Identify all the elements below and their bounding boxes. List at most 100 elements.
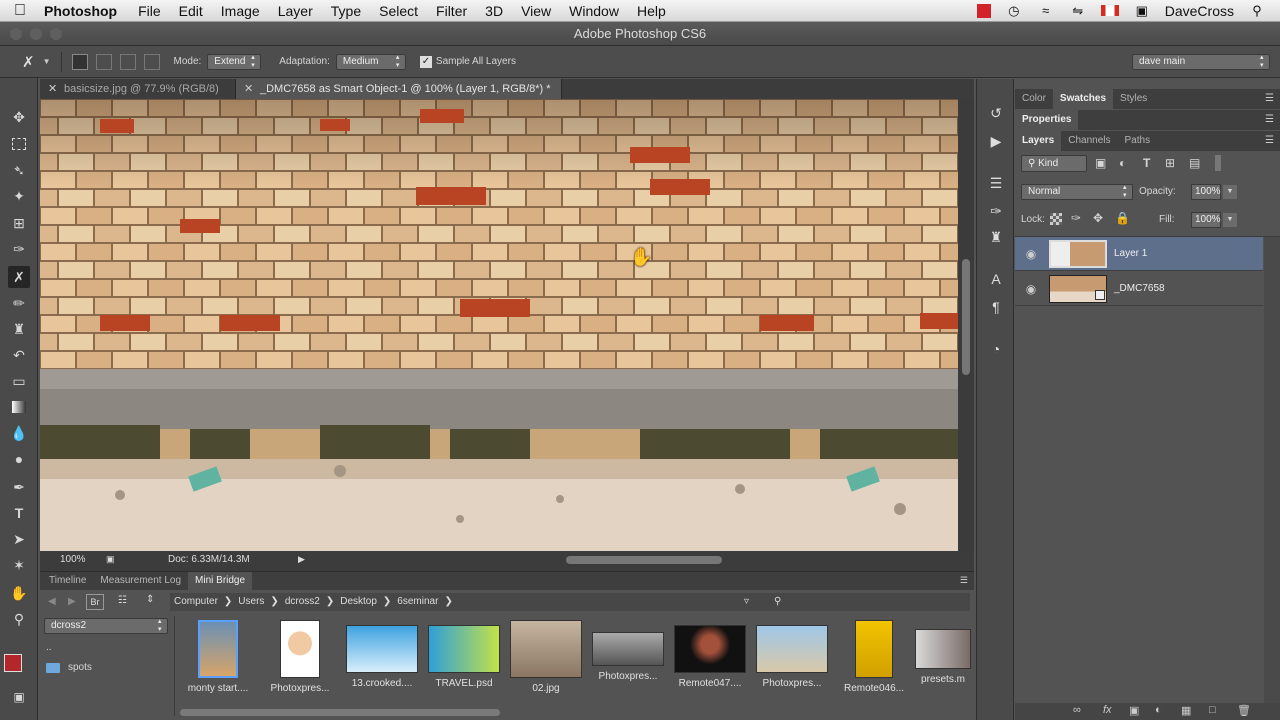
- menu-window[interactable]: Window: [560, 0, 628, 22]
- link-layers-icon[interactable]: ∞: [1073, 704, 1081, 716]
- breadcrumb-item[interactable]: 6seminar: [397, 596, 438, 607]
- sample-all-layers-checkbox[interactable]: ✓: [419, 55, 432, 68]
- tab-color[interactable]: Color: [1015, 89, 1053, 109]
- menu-app-name[interactable]: Photoshop: [40, 0, 129, 22]
- tab-properties[interactable]: Properties: [1015, 110, 1079, 130]
- layer-filter-kind-select[interactable]: ⚲ Kind: [1021, 155, 1087, 172]
- record-icon[interactable]: [976, 3, 991, 18]
- content-aware-move-tool-icon[interactable]: ✗: [8, 266, 30, 288]
- filter-pixel-icon[interactable]: ▣: [1095, 156, 1106, 170]
- zoom-window-button[interactable]: [50, 28, 62, 40]
- layer-row-dmc7658[interactable]: ◉ _DMC7658: [1015, 272, 1263, 306]
- brush-presets-icon[interactable]: ✑: [986, 201, 1006, 221]
- panel-menu-icon[interactable]: ☰: [1265, 135, 1274, 146]
- subtract-selection-icon[interactable]: [119, 53, 136, 70]
- menu-file[interactable]: File: [129, 0, 170, 22]
- new-adjustment-icon[interactable]: ◐: [1155, 704, 1162, 716]
- menu-edit[interactable]: Edit: [170, 0, 212, 22]
- filter-adjustment-icon[interactable]: ◐: [1119, 156, 1126, 170]
- scroll-thumb[interactable]: [962, 259, 970, 375]
- location-select[interactable]: dcross2: [44, 618, 168, 634]
- status-menu-arrow-icon[interactable]: ▶: [298, 554, 305, 565]
- menu-type[interactable]: Type: [322, 0, 370, 22]
- folder-item-parent[interactable]: ..: [46, 642, 52, 653]
- eyedropper-tool-icon[interactable]: ✑: [8, 238, 30, 260]
- thumbnail-travel[interactable]: TRAVEL.psd: [428, 620, 500, 689]
- menu-filter[interactable]: Filter: [427, 0, 476, 22]
- visibility-eye-icon[interactable]: ◉: [1023, 282, 1039, 296]
- menu-3d[interactable]: 3D: [476, 0, 512, 22]
- thumbnail-photoxpress-1[interactable]: Photoxpres...: [264, 620, 336, 694]
- breadcrumb-item[interactable]: Desktop: [340, 596, 377, 607]
- content-aware-move-tool-icon[interactable]: ✗: [22, 53, 35, 71]
- thumbnail-presets[interactable]: presets.m: [914, 620, 972, 685]
- crop-tool-icon[interactable]: ⊞: [8, 212, 30, 234]
- new-selection-icon[interactable]: [71, 53, 88, 70]
- thumbnail-remote046[interactable]: Remote046...: [838, 620, 910, 694]
- navigator-panel-icon[interactable]: ◔: [986, 339, 1006, 359]
- flag-canada-icon[interactable]: [1100, 5, 1119, 16]
- doc-tab-dmc7658[interactable]: ✕ _DMC7658 as Smart Object-1 @ 100% (Lay…: [236, 79, 562, 99]
- tab-styles[interactable]: Styles: [1113, 89, 1154, 109]
- menu-help[interactable]: Help: [628, 0, 675, 22]
- filter-type-icon[interactable]: T: [1143, 156, 1150, 170]
- visibility-eye-icon[interactable]: ◉: [1023, 247, 1039, 261]
- minimize-window-button[interactable]: [30, 28, 42, 40]
- back-arrow-icon[interactable]: ◀: [48, 596, 56, 607]
- menu-layer[interactable]: Layer: [269, 0, 322, 22]
- blur-tool-icon[interactable]: 💧: [8, 422, 30, 444]
- dodge-tool-icon[interactable]: ●: [8, 448, 30, 470]
- folder-item-spots[interactable]: spots: [46, 662, 92, 673]
- filter-icon[interactable]: ▿: [744, 593, 749, 611]
- zoom-level[interactable]: 100%: [60, 554, 86, 565]
- menu-view[interactable]: View: [512, 0, 560, 22]
- tab-channels[interactable]: Channels: [1061, 131, 1117, 151]
- layers-scrollbar[interactable]: [1264, 237, 1280, 703]
- type-tool-icon[interactable]: T: [8, 502, 30, 524]
- close-tab-icon[interactable]: ✕: [244, 79, 253, 99]
- filter-shape-icon[interactable]: ⊞: [1165, 156, 1175, 170]
- filter-smart-object-icon[interactable]: ▤: [1189, 156, 1200, 170]
- thumbnail-monty[interactable]: monty start....: [182, 620, 254, 694]
- workspace-select[interactable]: dave main: [1132, 53, 1270, 70]
- panel-menu-icon[interactable]: ☰: [960, 575, 968, 586]
- lock-all-icon[interactable]: 🔒: [1115, 211, 1130, 225]
- quick-mask-icon[interactable]: ▣: [8, 686, 30, 708]
- delete-layer-icon[interactable]: 🗑: [1237, 704, 1251, 717]
- menu-select[interactable]: Select: [370, 0, 427, 22]
- character-panel-icon[interactable]: A: [986, 269, 1006, 289]
- fill-slider-arrow-icon[interactable]: ▼: [1223, 213, 1237, 227]
- tab-measurement-log[interactable]: Measurement Log: [93, 572, 188, 590]
- document-canvas[interactable]: ✋: [40, 99, 958, 551]
- thumbnail-photoxpress-2[interactable]: Photoxpres...: [592, 620, 664, 682]
- lasso-tool-icon[interactable]: ➴: [8, 159, 30, 181]
- lock-position-icon[interactable]: ✥: [1093, 211, 1103, 225]
- wifi-icon[interactable]: ≈: [1037, 3, 1055, 18]
- thumbnail-scrollbar[interactable]: [180, 709, 500, 716]
- panel-menu-icon[interactable]: ☰: [1265, 114, 1274, 125]
- opacity-input[interactable]: 100%: [1191, 184, 1221, 200]
- layer-style-fx-icon[interactable]: fx: [1103, 704, 1112, 716]
- add-selection-icon[interactable]: [95, 53, 112, 70]
- horizontal-scroll-thumb[interactable]: [566, 556, 722, 564]
- new-layer-icon[interactable]: □: [1209, 704, 1216, 716]
- canvas-vertical-scrollbar[interactable]: [958, 99, 974, 551]
- quick-selection-tool-icon[interactable]: ✦: [8, 185, 30, 207]
- sync-icon[interactable]: ⇋: [1069, 3, 1087, 18]
- breadcrumb-item[interactable]: dcross2: [285, 596, 320, 607]
- close-window-button[interactable]: [10, 28, 22, 40]
- tool-preset-dropdown-icon[interactable]: ▼: [43, 57, 51, 66]
- intersect-selection-icon[interactable]: [143, 53, 160, 70]
- thumbnail-remote047[interactable]: Remote047....: [674, 620, 746, 689]
- hand-tool-icon[interactable]: ✋: [8, 582, 30, 604]
- actions-panel-icon[interactable]: ▶: [986, 131, 1006, 151]
- gradient-tool-icon[interactable]: [8, 396, 30, 418]
- eraser-tool-icon[interactable]: ▭: [8, 370, 30, 392]
- tab-paths[interactable]: Paths: [1118, 131, 1158, 151]
- adaptation-select[interactable]: Medium: [335, 53, 406, 70]
- thumbnail-photoxpress-3[interactable]: Photoxpres...: [756, 620, 828, 689]
- tab-swatches[interactable]: Swatches: [1052, 89, 1114, 109]
- brush-tool-icon[interactable]: ✏: [8, 292, 30, 314]
- add-mask-icon[interactable]: ▣: [1129, 704, 1139, 717]
- adjustments-panel-icon[interactable]: ☰: [986, 173, 1006, 193]
